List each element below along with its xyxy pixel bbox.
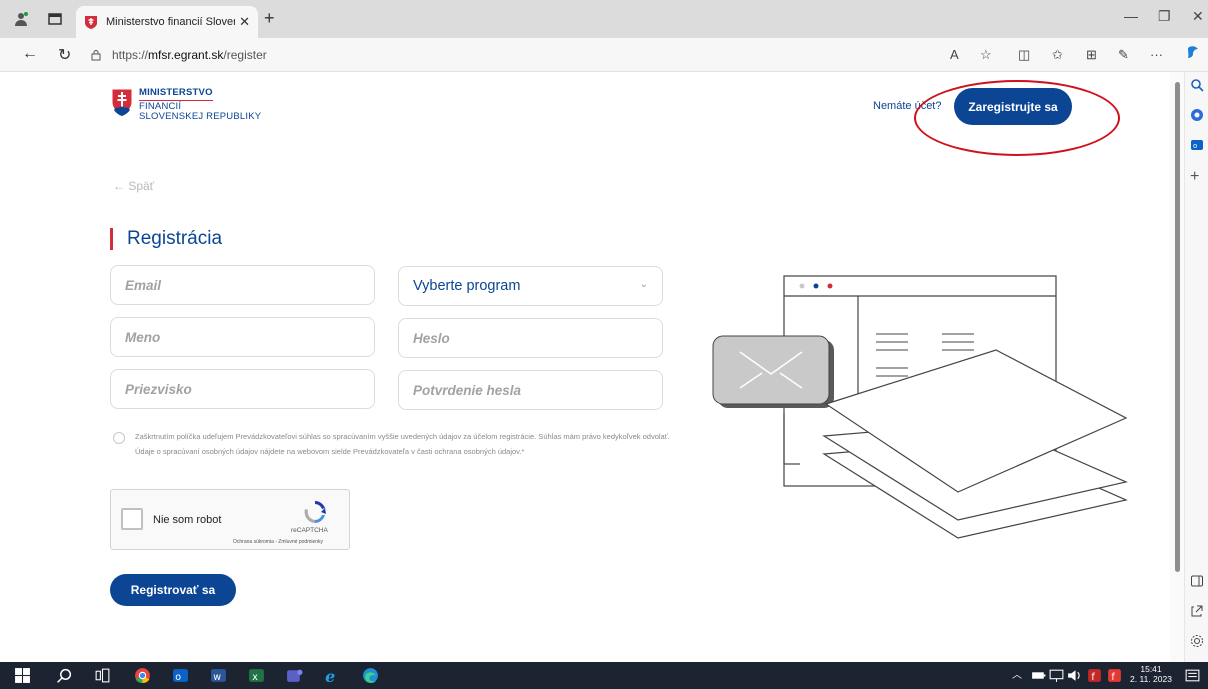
outlook-icon[interactable]: o <box>1190 138 1204 152</box>
email-field[interactable]: Email <box>110 265 375 305</box>
battery-icon[interactable] <box>1030 667 1047 684</box>
volume-icon[interactable] <box>1066 667 1083 684</box>
profile-icon[interactable] <box>12 10 30 28</box>
read-aloud-icon[interactable]: A <box>950 47 959 62</box>
logo-line-2: FINANCIÍ <box>139 100 182 112</box>
lock-icon <box>91 50 101 61</box>
chrome-icon[interactable] <box>134 667 151 684</box>
consent-row: Zaškrtnutím políčka udeľujem Prevádzkova… <box>113 430 673 459</box>
teams-icon[interactable] <box>286 667 303 684</box>
scroll-thumb[interactable] <box>1175 82 1180 572</box>
consent-checkbox[interactable] <box>113 432 125 444</box>
annotation-circle <box>914 80 1120 156</box>
flash-icon-2[interactable]: f <box>1106 667 1123 684</box>
more-menu-icon[interactable]: ··· <box>1150 47 1163 62</box>
surname-field[interactable]: Priezvisko <box>110 369 375 409</box>
minimize-icon[interactable]: — <box>1124 8 1138 24</box>
recaptcha-widget: Nie som robot reCAPTCHA Ochrana súkromia… <box>110 489 350 550</box>
registration-illustration <box>712 275 1128 539</box>
svg-text:x: x <box>252 672 258 683</box>
split-screen-icon[interactable]: ◫ <box>1018 47 1030 63</box>
windows-start-icon[interactable] <box>14 667 31 684</box>
slovak-coat-of-arms-icon <box>111 88 133 116</box>
back-link[interactable]: ← Späť <box>113 179 154 193</box>
browser-tab-bar: Ministerstvo financií Slovenskej r ✕ + —… <box>0 0 1208 38</box>
new-tab-icon[interactable]: + <box>264 8 275 29</box>
ministry-favicon-icon <box>85 16 97 29</box>
page-scrollbar[interactable] <box>1170 72 1184 662</box>
svg-text:w: w <box>213 672 221 683</box>
open-external-icon[interactable] <box>1190 604 1204 618</box>
chevron-down-icon: ⌄ <box>639 279 648 290</box>
taskbar-search-icon[interactable] <box>56 667 73 684</box>
extensions-icon[interactable]: ✎ <box>1118 47 1129 63</box>
tray-chevron-icon[interactable]: ︿ <box>1012 671 1022 681</box>
close-window-icon[interactable]: ✕ <box>1192 8 1204 25</box>
svg-text:o: o <box>175 672 181 683</box>
clock-date: 2. 11. 2023 <box>1130 674 1172 684</box>
svg-text:e: e <box>325 667 335 684</box>
url-host: mfsr.egrant.sk <box>148 48 224 62</box>
logo-line-1: MINISTERSTVO <box>139 87 213 101</box>
page-content: MINISTERSTVO FINANCIÍ SLOVENSKEJ REPUBLI… <box>0 72 1170 662</box>
edge-icon[interactable] <box>362 667 379 684</box>
tab-title: Ministerstvo financií Slovenskej r <box>106 16 235 28</box>
name-field[interactable]: Meno <box>110 317 375 357</box>
edge-sidebar: o + <box>1184 72 1208 662</box>
consent-text: Zaškrtnutím políčka udeľujem Prevádzkova… <box>135 432 670 456</box>
notifications-icon[interactable] <box>1184 667 1201 684</box>
windows-taskbar: o w x e ︿ f f 15:41 2. 11. 2023 <box>0 662 1208 689</box>
network-icon[interactable] <box>1048 667 1065 684</box>
flash-icon[interactable]: f <box>1086 667 1103 684</box>
settings-gear-icon[interactable] <box>1190 634 1204 648</box>
page-title: Registrácia <box>110 228 222 250</box>
word-icon[interactable]: w <box>210 667 227 684</box>
url-field[interactable]: https://mfsr.egrant.sk/register <box>90 43 940 67</box>
outlook-taskbar-icon[interactable]: o <box>172 667 189 684</box>
register-submit-button[interactable]: Registrovať sa <box>110 574 236 606</box>
clock-time: 15:41 <box>1140 664 1162 674</box>
task-view-icon[interactable] <box>94 667 111 684</box>
back-arrow-icon[interactable]: ← <box>22 45 38 63</box>
tab-actions-icon[interactable] <box>46 10 64 28</box>
recaptcha-label: Nie som robot <box>153 514 222 526</box>
program-select-value: Vyberte program <box>413 278 521 294</box>
url-path: /register <box>223 48 267 62</box>
recaptcha-checkbox[interactable] <box>121 508 143 530</box>
restore-icon[interactable]: ❐ <box>1158 8 1171 25</box>
favorite-star-icon[interactable]: ☆ <box>980 47 992 63</box>
clock[interactable]: 15:41 2. 11. 2023 <box>1128 664 1174 684</box>
internet-explorer-icon[interactable]: e <box>324 667 341 684</box>
collections-icon[interactable]: ⊞ <box>1086 47 1097 63</box>
refresh-icon[interactable]: ↻ <box>58 45 71 65</box>
tab-close-icon[interactable]: ✕ <box>239 14 250 30</box>
password-field[interactable]: Heslo <box>398 318 663 358</box>
svg-text:o: o <box>1193 142 1197 150</box>
recaptcha-brand: reCAPTCHA <box>291 527 328 534</box>
address-bar: ← ↻ https://mfsr.egrant.sk/register A ☆ … <box>0 38 1208 72</box>
search-icon[interactable] <box>1190 78 1204 92</box>
sidebar-toggle-icon[interactable] <box>1190 574 1204 588</box>
program-select[interactable]: Vyberte program ⌄ <box>398 266 663 306</box>
copilot-icon[interactable] <box>1186 45 1200 62</box>
favorites-icon[interactable]: ✩ <box>1052 47 1063 63</box>
excel-icon[interactable]: x <box>248 667 265 684</box>
url-prefix: https:// <box>112 48 149 62</box>
recaptcha-logo-icon <box>304 501 326 523</box>
copilot-sidebar-icon[interactable] <box>1190 108 1204 122</box>
logo-text: MINISTERSTVO FINANCIÍ SLOVENSKEJ REPUBLI… <box>139 87 262 123</box>
logo-line-3: SLOVENSKEJ REPUBLIKY <box>139 111 262 122</box>
password-confirm-field[interactable]: Potvrdenie hesla <box>398 370 663 410</box>
add-sidebar-app-icon[interactable]: + <box>1190 168 1204 185</box>
ministry-logo[interactable]: MINISTERSTVO FINANCIÍ SLOVENSKEJ REPUBLI… <box>111 87 262 123</box>
browser-tab-active[interactable]: Ministerstvo financií Slovenskej r ✕ <box>76 6 258 38</box>
recaptcha-terms-link[interactable]: Ochrana súkromia - Zmluvné podmienky <box>233 539 323 545</box>
